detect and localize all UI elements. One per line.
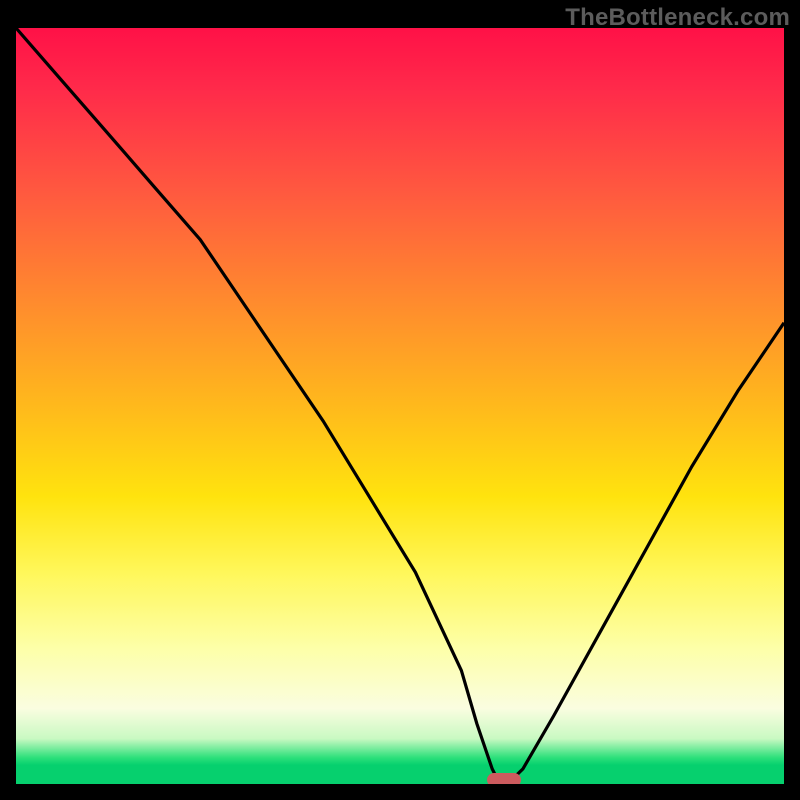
bottleneck-curve — [16, 28, 784, 784]
plot-area — [16, 28, 784, 784]
chart-frame: TheBottleneck.com — [0, 0, 800, 800]
optimal-marker — [487, 773, 521, 784]
watermark-text: TheBottleneck.com — [565, 4, 790, 32]
curve-path — [16, 28, 784, 784]
